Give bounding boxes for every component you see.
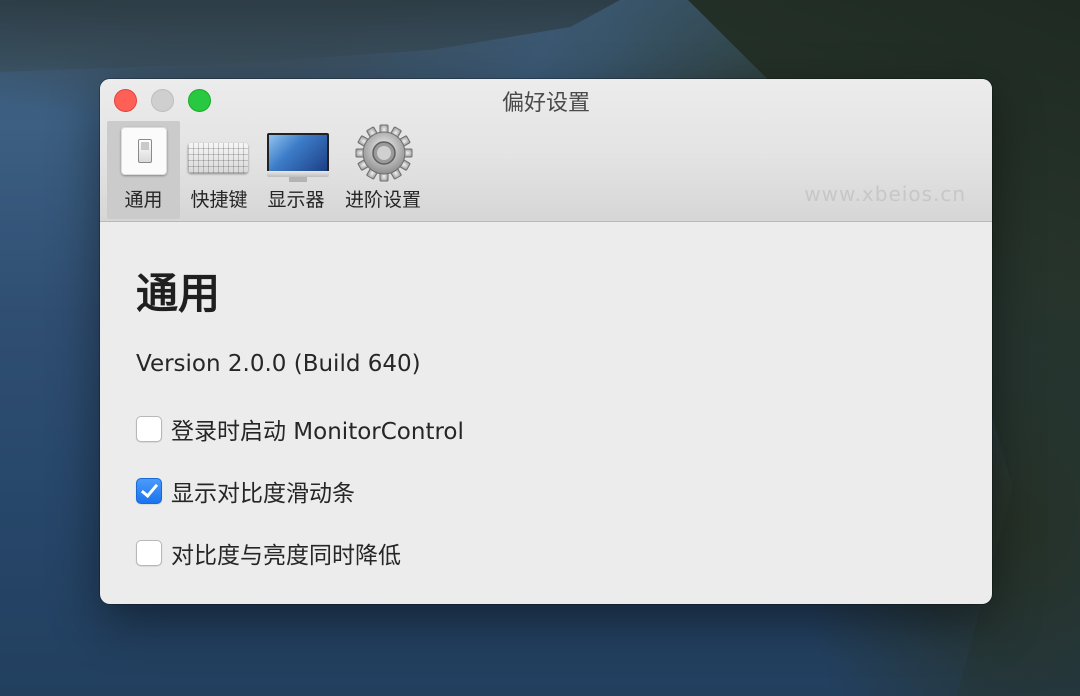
titlebar: 偏好设置 通用 快捷键 显示器 进阶设置 www.xbeios.cn bbox=[100, 79, 992, 222]
lower-contrast-with-brightness-checkbox[interactable] bbox=[136, 540, 162, 566]
tab-displays-label: 显示器 bbox=[267, 189, 325, 211]
tab-advanced[interactable]: 进阶设置 bbox=[340, 121, 426, 219]
show-contrast-slider-label[interactable]: 显示对比度滑动条 bbox=[171, 474, 355, 508]
general-pane: 通用 Version 2.0.0 (Build 640) 登录时启动 Monit… bbox=[100, 222, 992, 604]
window-title: 偏好设置 bbox=[501, 91, 590, 116]
tab-advanced-label: 进阶设置 bbox=[344, 189, 421, 211]
tab-shortcuts[interactable]: 快捷键 bbox=[184, 121, 254, 219]
show-contrast-slider-checkbox[interactable] bbox=[136, 478, 162, 504]
tab-general-label: 通用 bbox=[124, 189, 163, 211]
keyboard-icon bbox=[184, 121, 254, 183]
page-title: 通用 bbox=[136, 269, 221, 318]
launch-at-login-label[interactable]: 登录时启动 MonitorControl bbox=[171, 412, 464, 446]
preferences-window: 偏好设置 通用 快捷键 显示器 进阶设置 www.xbeios.cn 通用 Ve… bbox=[100, 79, 992, 604]
tab-shortcuts-label: 快捷键 bbox=[190, 189, 248, 211]
wallpaper-ridge bbox=[0, 0, 620, 72]
version-label: Version 2.0.0 (Build 640) bbox=[136, 351, 421, 377]
watermark-text: www.xbeios.cn bbox=[804, 182, 966, 206]
switch-panel-icon bbox=[109, 121, 179, 183]
show-contrast-slider-option[interactable]: 显示对比度滑动条 bbox=[136, 474, 355, 508]
launch-at-login-option[interactable]: 登录时启动 MonitorControl bbox=[136, 412, 464, 446]
gear-icon bbox=[348, 121, 418, 183]
tab-displays[interactable]: 显示器 bbox=[261, 121, 331, 219]
tab-general[interactable]: 通用 bbox=[107, 121, 180, 219]
lower-contrast-with-brightness-label[interactable]: 对比度与亮度同时降低 bbox=[171, 536, 401, 570]
launch-at-login-checkbox[interactable] bbox=[136, 416, 162, 442]
monitor-icon bbox=[261, 121, 331, 183]
lower-contrast-with-brightness-option[interactable]: 对比度与亮度同时降低 bbox=[136, 536, 401, 570]
